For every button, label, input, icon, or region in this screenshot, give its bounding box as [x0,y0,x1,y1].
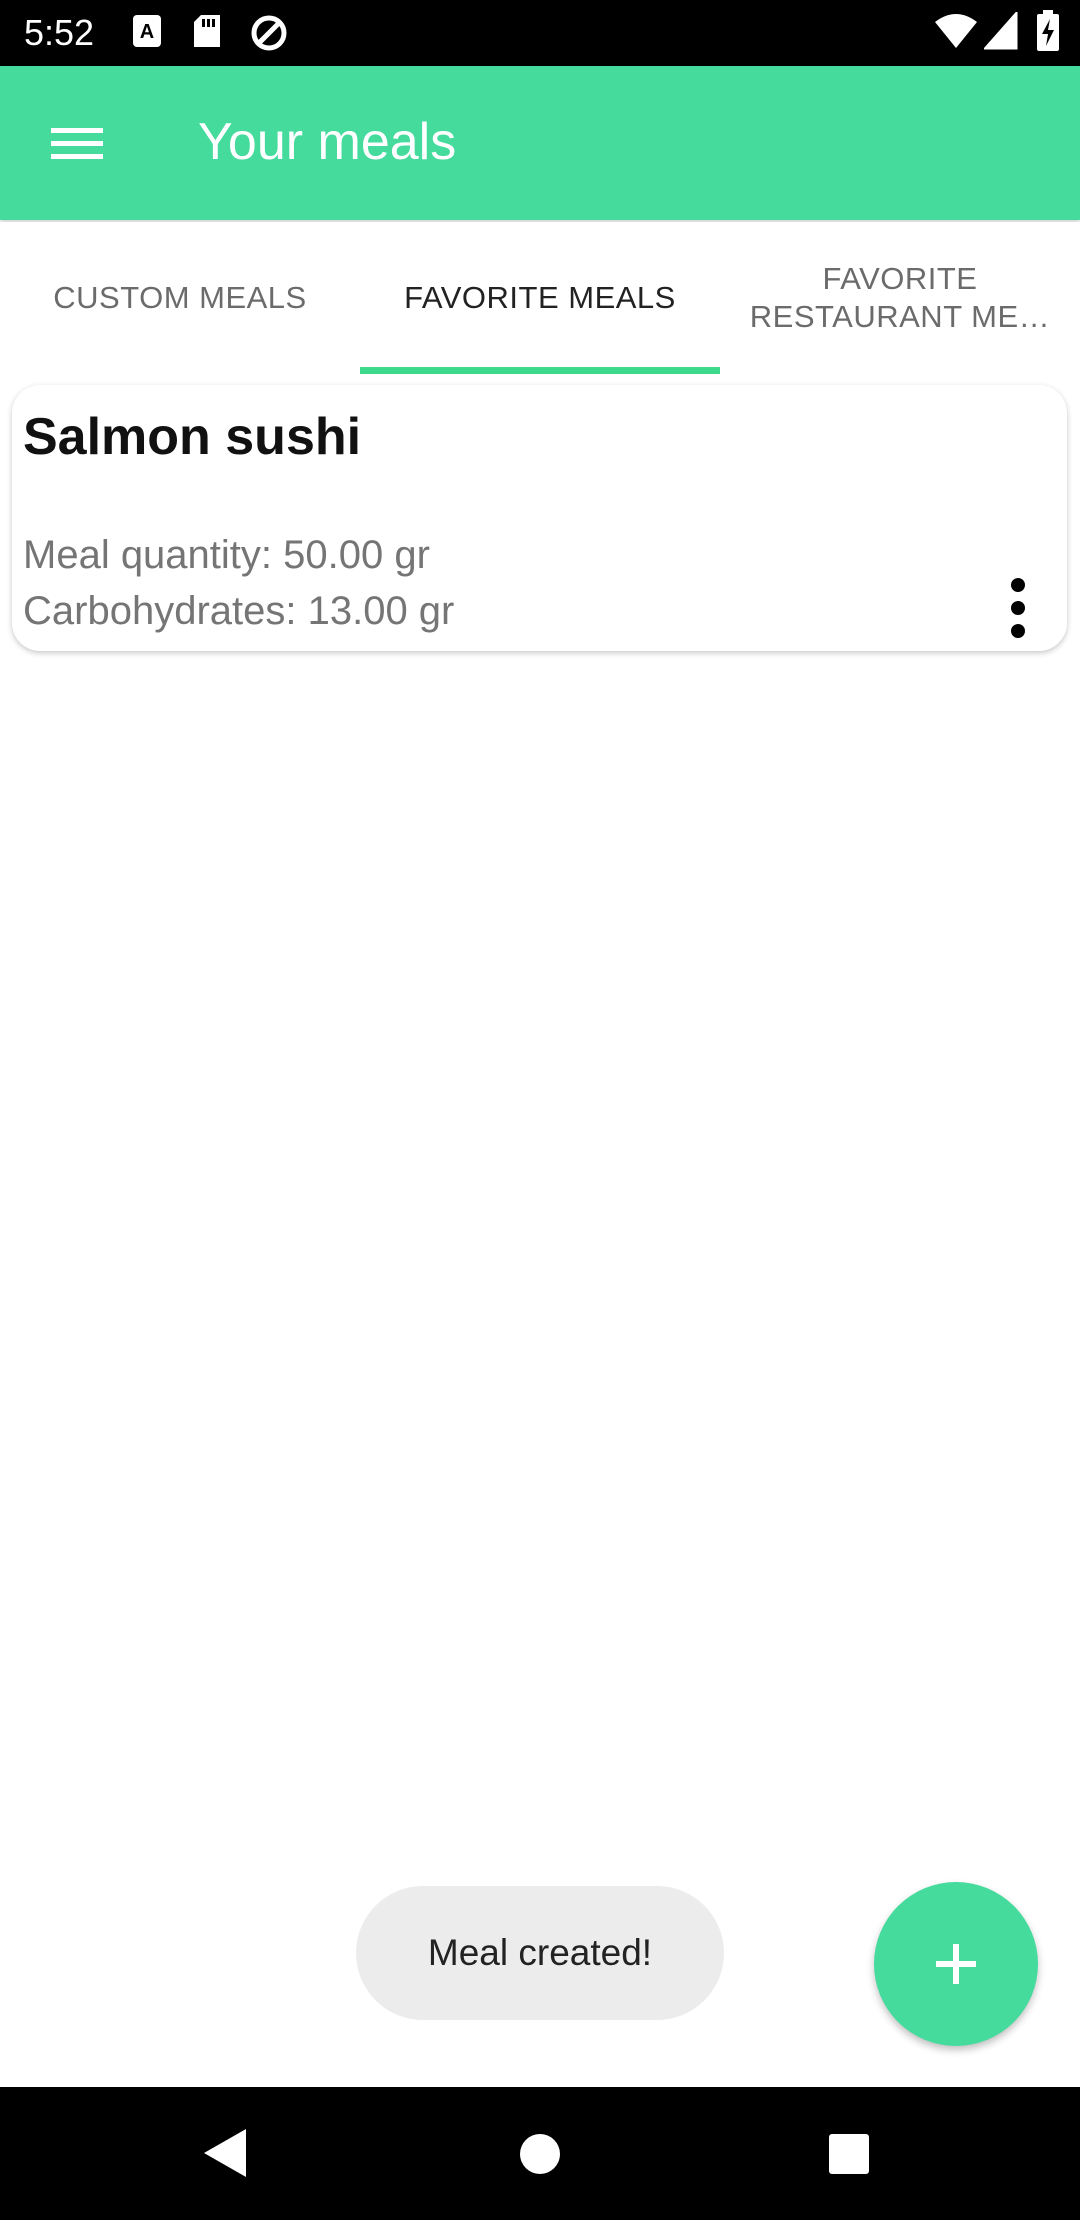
app-bar: Your meals [0,66,1080,220]
tab-bar: CUSTOM MEALS FAVORITE MEALS FAVORITE RES… [0,222,1080,374]
svg-text:A: A [140,21,154,43]
meal-name: Salmon sushi [23,408,362,466]
add-meal-button[interactable] [874,1882,1038,2046]
wifi-icon [934,12,978,55]
tab-label: CUSTOM MEALS [53,280,307,315]
plus-icon [936,1944,976,1984]
toast-text: Meal created! [427,1932,653,1973]
meal-card[interactable]: Salmon sushi Meal quantity: 50.00 gr Car… [12,385,1067,651]
sd-card-icon [193,14,221,53]
back-icon[interactable] [200,2125,250,2186]
tab-label: FAVORITE RESTAURANT ME… [750,260,1050,336]
tab-label-line1: FAVORITE [822,261,978,296]
signal-icon [982,10,1018,55]
tab-label: FAVORITE MEALS [404,280,676,315]
data-saver-icon [249,14,289,57]
meal-carbohydrates: Carbohydrates: 13.00 gr [23,589,455,633]
tab-favorite-restaurant-meals[interactable]: FAVORITE RESTAURANT ME… [720,222,1080,374]
home-icon[interactable] [519,2133,561,2180]
tab-indicator [360,367,720,374]
status-bar: 5:52 A [0,0,1080,66]
status-time: 5:52 [24,12,95,53]
tab-label-line2: RESTAURANT ME… [749,299,1051,334]
navigation-bar [0,2087,1080,2220]
meal-quantity: Meal quantity: 50.00 gr [23,533,430,577]
hamburger-menu-icon[interactable] [38,112,116,172]
tab-custom-meals[interactable]: CUSTOM MEALS [0,222,360,374]
page-title: Your meals [198,113,457,171]
more-vert-icon[interactable] [988,575,1048,645]
toast-message: Meal created! [356,1886,724,2020]
accessibility-icon: A [132,14,162,53]
tab-favorite-meals[interactable]: FAVORITE MEALS [360,222,720,374]
battery-charging-icon [1036,10,1060,57]
recents-icon[interactable] [828,2133,870,2180]
